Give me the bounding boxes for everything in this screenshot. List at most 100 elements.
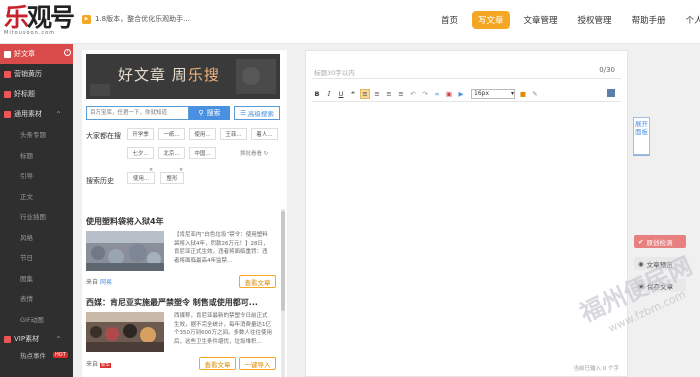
sidebar-sub-gallery[interactable]: 图集: [0, 268, 73, 289]
bold-icon[interactable]: B: [312, 89, 322, 99]
top-bar: 乐观号 Mitousoon.com ▶ 1.8版本，整合优化乐观助手... 首页…: [0, 0, 700, 44]
article-list-scrollbar[interactable]: [281, 209, 285, 377]
sidebar-item-good-title[interactable]: 好标题: [0, 84, 73, 104]
expand-panel-tab[interactable]: 展开面板: [633, 117, 650, 155]
fullscreen-icon[interactable]: [607, 89, 615, 97]
nav-write-article[interactable]: 写文章: [472, 11, 510, 29]
article-thumbnail[interactable]: [86, 231, 164, 271]
main-nav: 首页 写文章 文章管理 授权管理 帮助手册 个人: [435, 11, 700, 29]
sidebar-sub-title[interactable]: 标题: [0, 145, 73, 166]
article-title[interactable]: 使用塑料袋将入狱4年: [86, 216, 164, 227]
advanced-search-button[interactable]: ☰ 高级搜索: [234, 106, 280, 120]
view-article-button[interactable]: 查看文章: [239, 275, 276, 288]
article-summary: 西媒称，肯尼亚最新的禁塑令日前正式生效，据不完全统计，每年消费量达1亿个350万…: [174, 313, 272, 345]
hot-tag[interactable]: 七夕...: [127, 147, 154, 159]
sidebar-sub-gif[interactable]: GIF动图: [0, 309, 73, 330]
nav-home[interactable]: 首页: [435, 11, 464, 29]
link-icon[interactable]: ∞: [432, 89, 442, 99]
sidebar-sub-industry-images[interactable]: 行业插图: [0, 206, 73, 227]
hot-tag[interactable]: 王菲...: [220, 128, 247, 140]
info-icon: !: [64, 49, 71, 56]
history-tag[interactable]: 整形: [160, 172, 184, 184]
hot-tag[interactable]: 一纸...: [158, 128, 185, 140]
sidebar-item-label: 热点事件: [20, 352, 46, 360]
align-right-icon[interactable]: ≡: [384, 89, 394, 99]
search-icon: ⚲: [198, 109, 204, 117]
video-icon[interactable]: ▶: [456, 89, 466, 99]
calendar-icon: [4, 70, 11, 78]
logo-mark: 乐: [4, 3, 29, 32]
title-icon: [4, 90, 11, 98]
logo[interactable]: 乐观号 Mitousoon.com: [4, 3, 75, 39]
vip-icon: [4, 335, 11, 343]
scroll-thumb[interactable]: [281, 211, 285, 311]
format-clear-icon[interactable]: ✎: [530, 89, 540, 99]
align-center-icon[interactable]: ≡: [372, 89, 382, 99]
hot-badge: HOT: [53, 352, 68, 358]
filter-icon: ☰: [240, 109, 246, 117]
article-source: 来自 新华: [86, 361, 111, 368]
chevron-up-icon: ^: [55, 336, 61, 343]
title-input[interactable]: 标题30字以内: [314, 67, 355, 77]
editor-toolbar: B I U “ ≡ ≡ ≡ ≡ ↶ ↷ ∞ ▣ ▶ 16px ▾ ■ ✎: [312, 87, 542, 100]
speaker-icon: ▶: [82, 14, 91, 24]
align-left-icon[interactable]: ≡: [360, 88, 370, 99]
sidebar-item-vip-material[interactable]: VIP素材 ^: [0, 329, 73, 349]
sidebar-item-marketing-calendar[interactable]: 营销黄历: [0, 64, 73, 84]
sidebar-sub-hot-events[interactable]: 热点事件 HOT: [0, 349, 73, 361]
text-color-icon[interactable]: ■: [518, 89, 528, 99]
import-article-button[interactable]: 一键导入: [239, 357, 276, 370]
sidebar-item-label: 好文章: [14, 50, 35, 58]
sidebar-sub-style[interactable]: 风格: [0, 227, 73, 248]
sidebar-item-good-article[interactable]: 好文章 !: [0, 44, 73, 64]
image-icon[interactable]: ▣: [444, 89, 454, 99]
sidebar-item-label: VIP素材: [14, 335, 40, 343]
article-thumbnail[interactable]: [86, 312, 164, 352]
sidebar-sub-festival[interactable]: 节日: [0, 247, 73, 268]
hot-search-label: 大家都在搜: [86, 132, 121, 140]
font-size-value: 16px: [474, 90, 489, 97]
input-char-count: 当前已输入 0 个字: [573, 366, 620, 372]
hot-tag[interactable]: 开学季: [127, 128, 154, 140]
article-title[interactable]: 西媒：肯尼亚实施最严禁塑令 制售或使用都可...: [86, 297, 258, 308]
underline-icon[interactable]: U: [336, 89, 346, 99]
font-size-select[interactable]: 16px ▾: [471, 88, 515, 99]
notice-text[interactable]: 1.8版本，整合优化乐观助手...: [95, 14, 190, 24]
article-source: 来自 网易: [86, 279, 112, 286]
nav-help[interactable]: 帮助手册: [626, 11, 672, 29]
justify-icon[interactable]: ≡: [396, 89, 406, 99]
notice-bar[interactable]: ▶ 1.8版本，整合优化乐观助手...: [82, 14, 190, 24]
close-icon[interactable]: ×: [149, 167, 153, 173]
sidebar-item-label: 好标题: [14, 90, 35, 98]
hot-tag[interactable]: 着人...: [251, 128, 278, 140]
nav-personal[interactable]: 个人: [680, 11, 700, 29]
hot-tag[interactable]: 使用...: [189, 128, 216, 140]
nav-auth-manage[interactable]: 授权管理: [572, 11, 618, 29]
history-tag[interactable]: 使用...: [127, 172, 155, 184]
material-panel: 好文章 周乐搜 ⚲ 搜索 ☰ 高级搜索 大家都在搜 开学季 一纸... 使用..…: [82, 50, 287, 377]
close-icon[interactable]: ×: [179, 167, 183, 173]
search-input[interactable]: [86, 106, 189, 120]
refresh-hot-tags[interactable]: 换批看看 ↻: [240, 149, 268, 157]
sidebar-sub-body[interactable]: 正文: [0, 186, 73, 207]
italic-icon[interactable]: I: [324, 89, 334, 99]
hot-tag[interactable]: 中国...: [189, 147, 216, 159]
originality-check-button[interactable]: ✔ 原创检测: [634, 235, 686, 248]
redo-icon[interactable]: ↷: [420, 89, 430, 99]
advanced-search-label: 高级搜索: [247, 110, 274, 118]
search-button[interactable]: ⚲ 搜索: [189, 106, 230, 120]
check-icon: ✔: [638, 237, 644, 246]
sidebar-sub-emoji[interactable]: 表情: [0, 288, 73, 309]
hot-tag[interactable]: 北京...: [158, 147, 185, 159]
nav-article-manage[interactable]: 文章管理: [518, 11, 564, 29]
search-button-label: 搜索: [206, 109, 221, 117]
undo-icon[interactable]: ↶: [408, 89, 418, 99]
sidebar-sub-guide[interactable]: 引导: [0, 165, 73, 186]
quote-icon[interactable]: “: [348, 89, 358, 99]
article-editor: 标题30字以内 0/30 B I U “ ≡ ≡ ≡ ≡ ↶ ↷ ∞ ▣ ▶ 1…: [305, 50, 628, 377]
view-article-button[interactable]: 查看文章: [199, 357, 236, 370]
sidebar-sub-headline[interactable]: 头条专题: [0, 124, 73, 145]
banner-slogan: 好文章 周乐搜: [118, 66, 220, 84]
logo-text: 观号: [27, 3, 75, 32]
sidebar-item-general-material[interactable]: 通用素材 ^: [0, 104, 73, 124]
